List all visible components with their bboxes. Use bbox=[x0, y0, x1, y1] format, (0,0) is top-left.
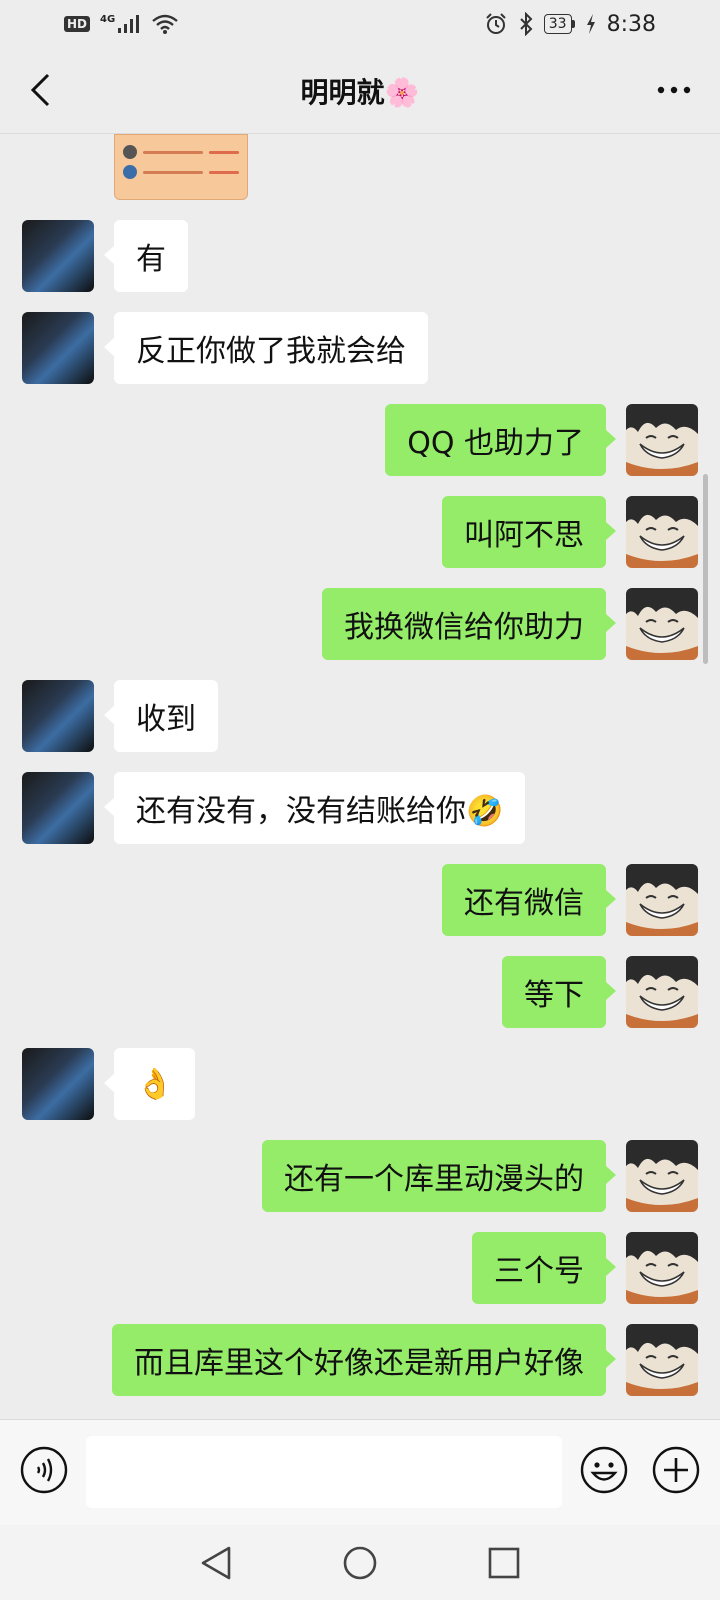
nav-back-icon bbox=[201, 1546, 231, 1579]
self-avatar-image bbox=[626, 864, 698, 936]
status-bar: HD 4G 33 8:38 bbox=[0, 0, 720, 48]
self-avatar[interactable] bbox=[626, 956, 698, 1028]
plus-button[interactable] bbox=[652, 1446, 700, 1494]
message-bubble[interactable]: 还有一个库里动漫头的 bbox=[262, 1140, 616, 1212]
battery-tip bbox=[571, 20, 575, 28]
image-message[interactable] bbox=[114, 134, 248, 200]
emoji-icon bbox=[580, 1446, 628, 1494]
hd-badge: HD bbox=[64, 16, 91, 32]
back-button[interactable] bbox=[20, 70, 60, 110]
contact-avatar[interactable] bbox=[22, 680, 94, 752]
image-row bbox=[123, 145, 239, 159]
message-row: 👌 bbox=[0, 1048, 720, 1120]
clock: 8:38 bbox=[606, 11, 656, 37]
message-bubble[interactable]: 还有没有，没有结账给你🤣 bbox=[103, 772, 526, 844]
flower-emoji: 🌸 bbox=[384, 75, 420, 109]
self-avatar-image bbox=[626, 404, 698, 476]
voice-button[interactable] bbox=[20, 1446, 68, 1494]
emoji-button[interactable] bbox=[580, 1446, 628, 1494]
self-avatar[interactable] bbox=[626, 496, 698, 568]
nav-recents-button[interactable] bbox=[482, 1541, 526, 1585]
contact-avatar[interactable] bbox=[22, 220, 94, 292]
self-avatar[interactable] bbox=[626, 1140, 698, 1212]
chat-header: 明明就🌸 bbox=[0, 48, 720, 134]
self-avatar-image bbox=[626, 588, 698, 660]
message-bubble[interactable]: 有 bbox=[104, 220, 188, 292]
battery-level: 33 bbox=[543, 14, 572, 34]
image-avatar-dot bbox=[123, 165, 137, 179]
self-avatar[interactable] bbox=[626, 864, 698, 936]
battery-indicator: 33 bbox=[543, 14, 575, 34]
message-row: 我换微信给你助力 bbox=[0, 588, 720, 660]
contact-avatar[interactable] bbox=[22, 1048, 94, 1120]
nav-home-button[interactable] bbox=[338, 1541, 382, 1585]
input-bar bbox=[0, 1419, 720, 1525]
plus-icon bbox=[652, 1446, 700, 1494]
alarm-icon bbox=[486, 13, 506, 34]
self-avatar-image bbox=[626, 956, 698, 1028]
self-avatar[interactable] bbox=[626, 1232, 698, 1304]
message-bubble[interactable]: 反正你做了我就会给 bbox=[104, 312, 428, 384]
status-bar-right: 33 8:38 bbox=[484, 12, 656, 37]
self-avatar[interactable] bbox=[626, 1324, 698, 1396]
chat-area[interactable]: 有 反正你做了我就会给 QQ 也助力了 叫阿不思 我换微信给你助力 收到 还有没… bbox=[0, 134, 720, 1419]
message-row: 有 bbox=[0, 220, 720, 292]
wifi-icon bbox=[152, 14, 178, 34]
message-bubble[interactable]: 还有微信 bbox=[442, 864, 616, 936]
self-avatar[interactable] bbox=[626, 404, 698, 476]
message-row: 等下 bbox=[0, 956, 720, 1028]
message-row: 三个号 bbox=[0, 1232, 720, 1304]
image-line-short bbox=[209, 170, 239, 174]
system-nav-bar bbox=[0, 1525, 720, 1600]
charging-icon bbox=[586, 14, 595, 34]
image-line bbox=[143, 150, 203, 154]
message-input[interactable] bbox=[86, 1436, 562, 1508]
message-row: 还有一个库里动漫头的 bbox=[0, 1140, 720, 1212]
message-bubble[interactable]: QQ 也助力了 bbox=[385, 404, 616, 476]
message-row: QQ 也助力了 bbox=[0, 404, 720, 476]
message-row: 收到 bbox=[0, 680, 720, 752]
message-row: 叫阿不思 bbox=[0, 496, 720, 568]
message-bubble[interactable]: 而且库里这个好像还是新用户好像 bbox=[112, 1324, 616, 1396]
chevron-left-icon bbox=[30, 73, 50, 107]
message-bubble[interactable]: 收到 bbox=[104, 680, 218, 752]
more-dots-icon bbox=[657, 86, 691, 94]
self-avatar-image bbox=[626, 496, 698, 568]
contact-avatar[interactable] bbox=[22, 312, 94, 384]
image-line-short bbox=[209, 150, 239, 154]
bluetooth-icon bbox=[520, 12, 533, 36]
nav-home-icon bbox=[343, 1546, 377, 1579]
self-avatar[interactable] bbox=[626, 588, 698, 660]
chat-title-text: 明明就 bbox=[300, 75, 385, 109]
self-avatar-image bbox=[626, 1232, 698, 1304]
network-type: 4G bbox=[100, 13, 116, 25]
message-bubble[interactable]: 三个号 bbox=[472, 1232, 616, 1304]
message-bubble[interactable]: 👌 bbox=[103, 1048, 196, 1120]
more-button[interactable] bbox=[650, 70, 698, 110]
message-bubble[interactable]: 我换微信给你助力 bbox=[322, 588, 616, 660]
image-line bbox=[143, 170, 203, 174]
chat-title: 明明就🌸 bbox=[301, 71, 420, 111]
contact-avatar[interactable] bbox=[22, 772, 94, 844]
message-row: 反正你做了我就会给 bbox=[0, 312, 720, 384]
image-avatar-dot bbox=[123, 145, 137, 159]
self-avatar-image bbox=[626, 1324, 698, 1396]
message-row: 而且库里这个好像还是新用户好像 bbox=[0, 1324, 720, 1396]
status-bar-left: HD 4G bbox=[64, 13, 179, 35]
message-row: 还有微信 bbox=[0, 864, 720, 936]
nav-back-button[interactable] bbox=[194, 1541, 238, 1585]
signal-icon bbox=[118, 15, 140, 33]
voice-icon bbox=[20, 1446, 68, 1494]
message-row: 还有没有，没有结账给你🤣 bbox=[0, 772, 720, 844]
self-avatar-image bbox=[626, 1140, 698, 1212]
chat-scrollbar[interactable] bbox=[703, 474, 708, 664]
message-bubble[interactable]: 叫阿不思 bbox=[442, 496, 616, 568]
message-bubble[interactable]: 等下 bbox=[502, 956, 616, 1028]
image-row bbox=[123, 165, 239, 179]
nav-recents-icon bbox=[488, 1547, 520, 1578]
